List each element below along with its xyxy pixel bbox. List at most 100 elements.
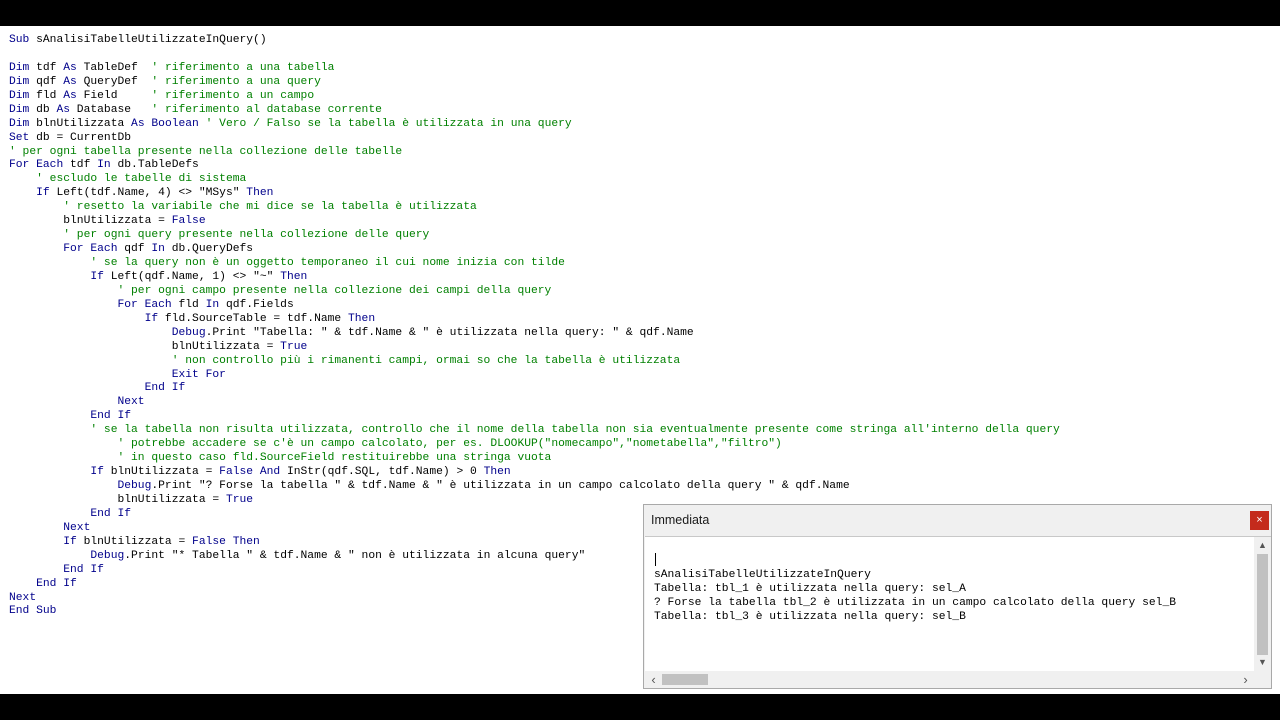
- code-line: Dim db As Database ' riferimento al data…: [9, 104, 1060, 118]
- code-token: Field: [76, 89, 152, 102]
- code-keyword: True: [280, 340, 308, 353]
- horizontal-scrollbar[interactable]: ‹ ›: [645, 671, 1254, 688]
- horizontal-scroll-thumb[interactable]: [662, 674, 708, 685]
- immediate-output[interactable]: sAnalisiTabelleUtilizzateInQuery Tabella…: [645, 536, 1271, 688]
- close-icon[interactable]: ×: [1250, 511, 1269, 530]
- code-keyword: Exit For: [171, 368, 226, 381]
- code-token: blnUtilizzata =: [171, 340, 281, 353]
- code-keyword: End If: [63, 563, 104, 576]
- code-keyword: End If: [36, 577, 77, 590]
- code-comment: ' se la tabella non risulta utilizzata, …: [90, 424, 1060, 437]
- code-comment: ' in questo caso fld.SourceField restitu…: [117, 452, 552, 465]
- code-keyword: In: [97, 159, 111, 172]
- code-line: Debug.Print "Tabella: " & tdf.Name & " è…: [9, 327, 1060, 341]
- code-keyword: Dim: [9, 61, 30, 74]
- code-line: If fld.SourceTable = tdf.Name Then: [9, 313, 1060, 327]
- code-token: TableDef: [76, 61, 152, 74]
- code-keyword: Then: [483, 466, 511, 479]
- code-keyword: As: [63, 61, 77, 74]
- code-keyword: End If: [144, 382, 186, 395]
- code-keyword: For Each: [117, 298, 172, 311]
- code-line: ' se la query non è un oggetto temporane…: [9, 257, 1060, 271]
- output-line: ? Forse la tabella tbl_2 è utilizzata in…: [654, 597, 1177, 609]
- code-token: blnUtilizzata: [29, 117, 132, 130]
- scroll-left-icon[interactable]: ‹: [645, 671, 662, 688]
- code-keyword: End If: [90, 410, 132, 423]
- code-token: db = CurrentDb: [29, 131, 132, 144]
- code-token: blnUtilizzata =: [76, 535, 193, 548]
- code-keyword: Then: [246, 187, 274, 200]
- scrollbar-corner: [1254, 671, 1271, 688]
- code-keyword: Dim: [9, 103, 30, 116]
- code-comment: ' riferimento al database corrente: [151, 103, 382, 116]
- code-line: Set db = CurrentDb: [9, 132, 1060, 146]
- code-token: qdf: [117, 243, 152, 256]
- code-keyword: If: [90, 270, 104, 283]
- code-keyword: End If: [90, 507, 132, 520]
- code-line: ' in questo caso fld.SourceField restitu…: [9, 452, 1060, 466]
- code-token: .Print "Tabella: " & tdf.Name & " è util…: [205, 326, 694, 339]
- code-keyword: In: [151, 243, 165, 256]
- immediate-window-title: Immediata: [651, 513, 710, 527]
- scroll-up-icon[interactable]: ▲: [1254, 537, 1271, 554]
- code-comment: ' per ogni query presente nella collezio…: [63, 229, 430, 242]
- code-token: db: [29, 103, 57, 116]
- code-keyword: Debug: [171, 326, 206, 339]
- code-line: If blnUtilizzata = False And InStr(qdf.S…: [9, 466, 1060, 480]
- code-comment: ' riferimento a una query: [151, 75, 321, 88]
- output-line: Tabella: tbl_1 è utilizzata nella query:…: [654, 583, 966, 595]
- code-token: InStr(qdf.SQL, tdf.Name) > 0: [280, 466, 484, 479]
- code-line: Debug.Print "? Forse la tabella " & tdf.…: [9, 480, 1060, 494]
- scroll-right-icon[interactable]: ›: [1237, 671, 1254, 688]
- code-token: db.TableDefs: [110, 159, 199, 172]
- code-keyword: As Boolean: [131, 117, 199, 130]
- immediate-window: Immediata × sAnalisiTabelleUtilizzateInQ…: [643, 504, 1272, 689]
- code-token: .Print "* Tabella " & tdf.Name & " non è…: [124, 549, 586, 562]
- code-keyword: For Each: [63, 243, 118, 256]
- code-keyword: True: [225, 493, 254, 506]
- code-line: ' escludo le tabelle di sistema: [9, 173, 1060, 187]
- code-keyword: In: [205, 298, 220, 311]
- code-line: Dim blnUtilizzata As Boolean ' Vero / Fa…: [9, 118, 1060, 132]
- code-comment: ' per ogni campo presente nella collezio…: [117, 284, 552, 297]
- vertical-scrollbar[interactable]: ▲ ▼: [1254, 537, 1271, 671]
- code-keyword: If: [36, 187, 50, 200]
- code-token: tdf: [63, 159, 98, 172]
- code-comment: ' riferimento a un campo: [151, 89, 315, 102]
- code-keyword: Set: [9, 131, 30, 144]
- code-keyword: If: [63, 535, 77, 548]
- code-token: QueryDef: [76, 75, 152, 88]
- code-keyword: Then: [347, 312, 376, 325]
- scroll-down-icon[interactable]: ▼: [1254, 654, 1271, 671]
- code-line: blnUtilizzata = False: [9, 215, 1060, 229]
- code-keyword: If: [144, 312, 159, 325]
- output-line: Tabella: tbl_3 è utilizzata nella query:…: [654, 611, 966, 623]
- code-token: Left(tdf.Name, 4) <> "MSys": [49, 187, 247, 200]
- output-line: sAnalisiTabelleUtilizzateInQuery: [654, 569, 871, 581]
- vertical-scroll-thumb[interactable]: [1257, 554, 1268, 655]
- code-line: For Each qdf In db.QueryDefs: [9, 243, 1060, 257]
- code-token: qdf: [29, 75, 64, 88]
- code-line: End If: [9, 410, 1060, 424]
- code-keyword: As: [56, 103, 71, 116]
- code-comment: ' potrebbe accadere se c'è un campo calc…: [117, 438, 782, 451]
- immediate-output-text: sAnalisiTabelleUtilizzateInQuery Tabella…: [654, 568, 1176, 624]
